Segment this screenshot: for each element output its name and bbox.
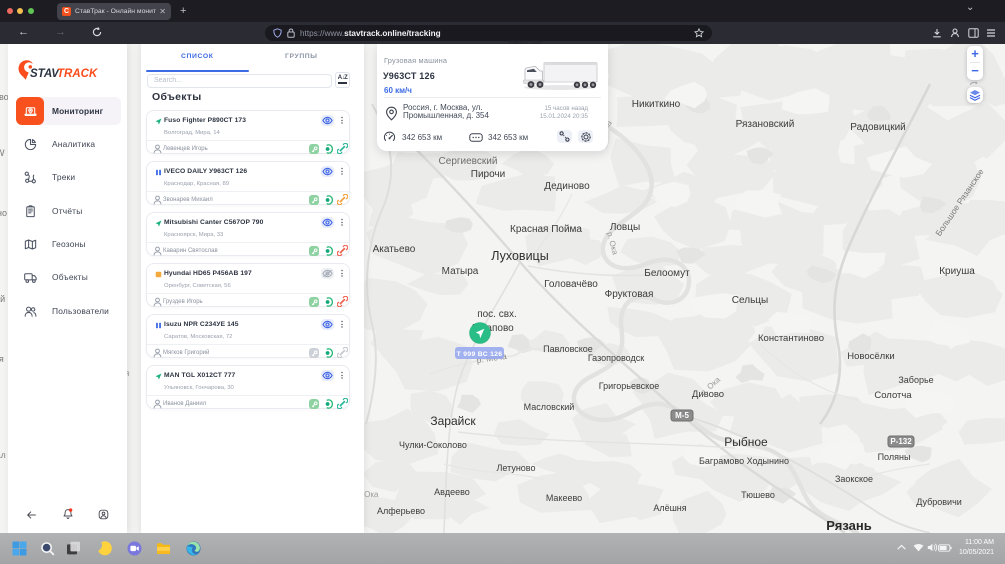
svg-text:Радовицкий: Радовицкий: [850, 122, 905, 133]
svg-text:Масловский: Масловский: [524, 402, 575, 412]
svg-text:Криуша: Криуша: [939, 266, 975, 277]
svg-text:Дубровичи: Дубровичи: [916, 497, 962, 507]
svg-text:Рязановский: Рязановский: [736, 119, 795, 130]
svg-text:Авдеево: Авдеево: [434, 487, 470, 497]
svg-text:Алёшня: Алёшня: [653, 503, 686, 513]
svg-text:Р-132: Р-132: [890, 437, 912, 446]
svg-text:Константиново: Константиново: [758, 333, 824, 344]
svg-text:Рыбное: Рыбное: [724, 435, 768, 449]
svg-text:Акатьево: Акатьево: [373, 244, 416, 255]
svg-text:М-5: М-5: [675, 411, 689, 420]
svg-text:Алферьево: Алферьево: [377, 506, 425, 516]
svg-text:Павловское: Павловское: [543, 344, 593, 354]
svg-text:ря: ря: [0, 354, 4, 364]
svg-text:Баграмово Ходынино: Баграмово Ходынино: [699, 456, 789, 466]
svg-text:Т 999 ВС 126: Т 999 ВС 126: [457, 351, 503, 358]
svg-text:Григорьевское: Григорьевское: [599, 381, 659, 391]
svg-text:W: W: [0, 148, 5, 158]
svg-text:Новосёлки: Новосёлки: [847, 351, 894, 362]
svg-text:Рязань: Рязань: [826, 518, 871, 533]
svg-text:Матыра: Матыра: [442, 266, 479, 277]
svg-text:TRACK: TRACK: [57, 68, 98, 80]
svg-text:Поляны: Поляны: [878, 452, 911, 462]
svg-text:Макеево: Макеево: [546, 493, 582, 503]
svg-text:Дединово: Дединово: [544, 181, 590, 192]
svg-text:ал: ал: [0, 450, 6, 460]
svg-text:Красная Пойма: Красная Пойма: [510, 224, 582, 235]
svg-text:Белоомут: Белоомут: [644, 268, 690, 279]
svg-text:Заборье: Заборье: [898, 375, 933, 385]
svg-text:Зарайск: Зарайск: [430, 414, 476, 428]
svg-text:Луховицы: Луховицы: [491, 249, 548, 263]
svg-text:Чулки-Соколово: Чулки-Соколово: [399, 440, 467, 450]
svg-text:Головачёво: Головачёво: [544, 279, 598, 290]
svg-text:бой: бой: [0, 294, 5, 304]
svg-text:ино: ино: [0, 208, 7, 218]
svg-text:Сельцы: Сельцы: [732, 295, 768, 306]
svg-text:Газопроводск: Газопроводск: [588, 353, 644, 363]
svg-text:пос. свх.: пос. свх.: [477, 309, 517, 320]
svg-text:Тюшево: Тюшево: [741, 490, 775, 500]
svg-text:STAV: STAV: [30, 68, 60, 80]
svg-text:Пирочи: Пирочи: [471, 169, 505, 180]
svg-text:Заокское: Заокское: [835, 474, 873, 484]
svg-text:Солотча: Солотча: [874, 390, 912, 401]
svg-text:Никиткино: Никиткино: [632, 99, 681, 110]
svg-text:Летуново: Летуново: [497, 463, 536, 473]
svg-text:Сергиевский: Сергиевский: [439, 156, 498, 167]
svg-text:Фруктовая: Фруктовая: [605, 289, 654, 300]
